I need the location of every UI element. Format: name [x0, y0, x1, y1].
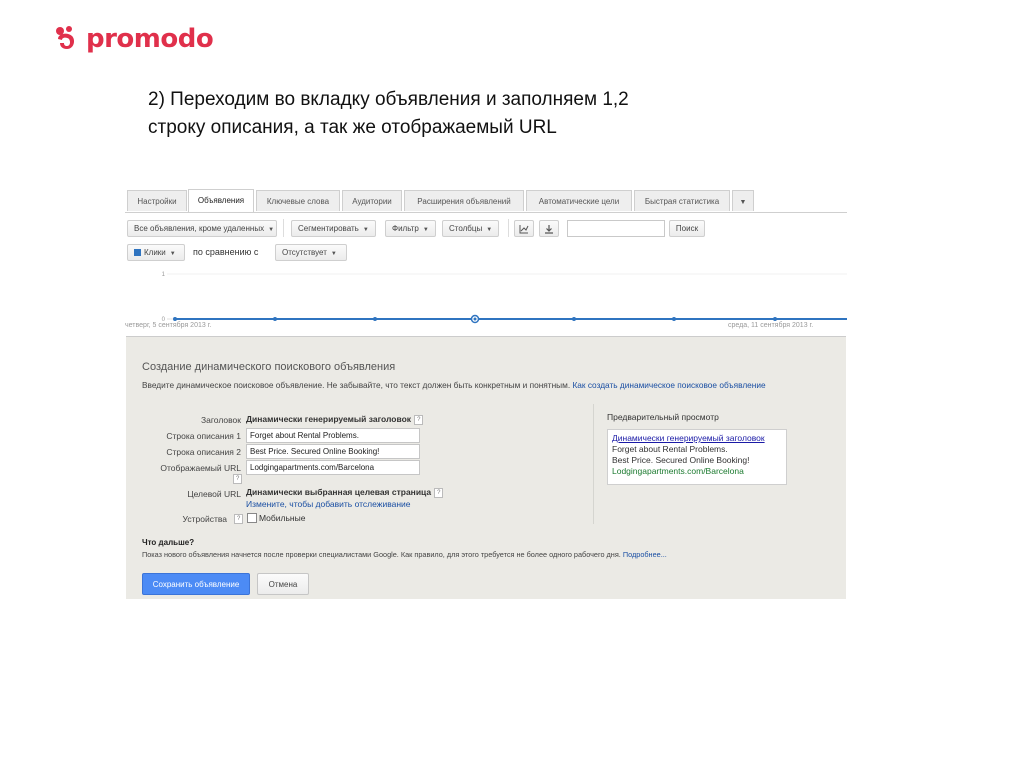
tab-bar: Настройки Объявления Ключевые слова Ауди… — [125, 186, 847, 213]
ad-preview: Динамически генерируемый заголовок Forge… — [607, 429, 787, 485]
add-tracking-link[interactable]: Измените, чтобы добавить отслеживание — [246, 499, 411, 509]
headline-label: Заголовок — [201, 415, 241, 425]
chart-svg: 1 0 — [162, 272, 847, 324]
tab-settings[interactable]: Настройки — [127, 190, 187, 211]
ads-filter-label: Все объявления, кроме удаленных — [134, 224, 265, 233]
tab-auto-targets[interactable]: Автоматические цели — [526, 190, 632, 211]
slide-line-2: строку описания, а так же отображаемый U… — [148, 117, 557, 138]
preview-title: Предварительный просмотр — [607, 412, 719, 422]
chart-end-date: среда, 11 сентября 2013 г. — [728, 322, 814, 329]
desc2-input[interactable]: Best Price. Secured Online Booking! — [246, 444, 420, 459]
search-input[interactable] — [567, 220, 665, 237]
preview-line-1: Forget about Rental Problems. — [612, 444, 728, 454]
mobile-checkbox[interactable] — [247, 513, 257, 523]
desc1-input[interactable]: Forget about Rental Problems. — [246, 428, 420, 443]
save-ad-button[interactable]: Сохранить объявление — [142, 573, 250, 595]
preview-url: Lodgingapartments.com/Barcelona — [612, 466, 744, 476]
adwords-screenshot: Настройки Объявления Ключевые слова Ауди… — [125, 186, 847, 600]
help-icon[interactable]: ? — [414, 414, 424, 425]
headline-value-text: Динамически генерируемый заголовок — [246, 414, 412, 424]
search-button[interactable]: Поиск — [669, 220, 705, 237]
chart-toggle-button[interactable] — [514, 220, 534, 237]
target-url-value: Динамически выбранная целевая страница? — [246, 487, 444, 498]
chevron-down-icon: ▼ — [739, 199, 747, 206]
logo-text: promodo — [86, 24, 214, 54]
devices-label: Устройства — [182, 514, 227, 524]
tab-quick-stats[interactable]: Быстрая статистика — [634, 190, 730, 211]
filter-label: Фильтр — [392, 224, 419, 233]
whats-next-title: Что дальше? — [142, 538, 195, 547]
compare-value: Отсутствует — [282, 248, 327, 257]
preview-line-2: Best Price. Secured Online Booking! — [612, 455, 750, 465]
preview-divider — [593, 404, 594, 524]
chevron-down-icon: ▼ — [169, 251, 176, 257]
whats-next-body: Показ нового объявления начнется после п… — [142, 550, 621, 559]
cancel-button[interactable]: Отмена — [257, 573, 309, 595]
chevron-down-icon: ▼ — [422, 227, 429, 233]
form-description-text: Введите динамическое поисковое объявлени… — [142, 380, 571, 390]
chart-point — [572, 317, 576, 321]
promodo-logo-icon — [56, 26, 75, 49]
y-tick-top: 1 — [162, 272, 166, 278]
help-icon[interactable]: ? — [233, 474, 243, 484]
target-url-label: Целевой URL — [187, 489, 241, 499]
tab-keywords[interactable]: Ключевые слова — [256, 190, 340, 211]
more-info-link[interactable]: Подробнее... — [623, 550, 667, 559]
display-url-label: Отображаемый URL — [160, 463, 241, 473]
chart-point — [373, 317, 377, 321]
metric-label: Клики — [144, 248, 166, 257]
compare-label: по сравнению с — [193, 247, 259, 257]
columns-label: Столбцы — [449, 224, 483, 233]
chart-point — [672, 317, 676, 321]
line-chart-icon — [519, 225, 529, 234]
chevron-down-icon: ▼ — [486, 227, 493, 233]
headline-value: Динамически генерируемый заголовок? — [246, 414, 424, 425]
how-to-create-link[interactable]: Как создать динамическое поисковое объяв… — [572, 380, 765, 390]
performance-chart: 1 0 — [125, 270, 847, 340]
download-icon — [545, 225, 553, 234]
tab-ad-extensions[interactable]: Расширения объявлений — [404, 190, 524, 211]
tab-audiences[interactable]: Аудитории — [342, 190, 402, 211]
chevron-down-icon: ▼ — [330, 251, 337, 257]
ads-filter-dropdown[interactable]: Все объявления, кроме удаленных ▼ — [127, 220, 277, 237]
form-description: Введите динамическое поисковое объявлени… — [142, 380, 766, 390]
form-title: Создание динамического поискового объявл… — [142, 361, 396, 373]
desc1-label: Строка описания 1 — [166, 431, 241, 441]
mobile-label: Мобильные — [259, 513, 306, 523]
preview-headline: Динамически генерируемый заголовок — [612, 433, 765, 443]
target-url-value-text: Динамически выбранная целевая страница — [246, 487, 432, 497]
chart-point — [173, 317, 177, 321]
compare-dropdown[interactable]: Отсутствует ▼ — [275, 244, 347, 261]
segment-button[interactable]: Сегментировать ▼ — [291, 220, 376, 237]
metric-dropdown[interactable]: Клики ▼ — [127, 244, 185, 261]
display-url-input[interactable]: Lodgingapartments.com/Barcelona — [246, 460, 420, 475]
desc2-label: Строка описания 2 — [166, 447, 241, 457]
tab-ads[interactable]: Объявления — [188, 189, 254, 212]
metric-color-swatch — [134, 249, 141, 257]
chevron-down-icon: ▼ — [362, 227, 369, 233]
whats-next-text: Показ нового объявления начнется после п… — [142, 550, 667, 559]
chart-start-date: четверг, 5 сентября 2013 г. — [125, 322, 212, 329]
help-icon[interactable]: ? — [434, 487, 444, 498]
chart-point — [773, 317, 777, 321]
slide-instruction: 2) Переходим во вкладку объявления и зап… — [148, 86, 788, 142]
chart-point — [273, 317, 277, 321]
toolbar-divider — [508, 219, 509, 237]
download-button[interactable] — [539, 220, 559, 237]
slide-line-1: 2) Переходим во вкладку объявления и зап… — [148, 89, 629, 110]
chevron-down-icon: ▼ — [268, 227, 275, 233]
columns-button[interactable]: Столбцы ▼ — [442, 220, 500, 237]
toolbar-divider — [283, 219, 284, 237]
help-icon[interactable]: ? — [234, 514, 244, 524]
segment-label: Сегментировать — [298, 224, 359, 233]
promodo-logo: promodo — [54, 22, 214, 56]
tabs-more-button[interactable]: ▼ — [732, 190, 754, 211]
filter-button[interactable]: Фильтр ▼ — [385, 220, 436, 237]
